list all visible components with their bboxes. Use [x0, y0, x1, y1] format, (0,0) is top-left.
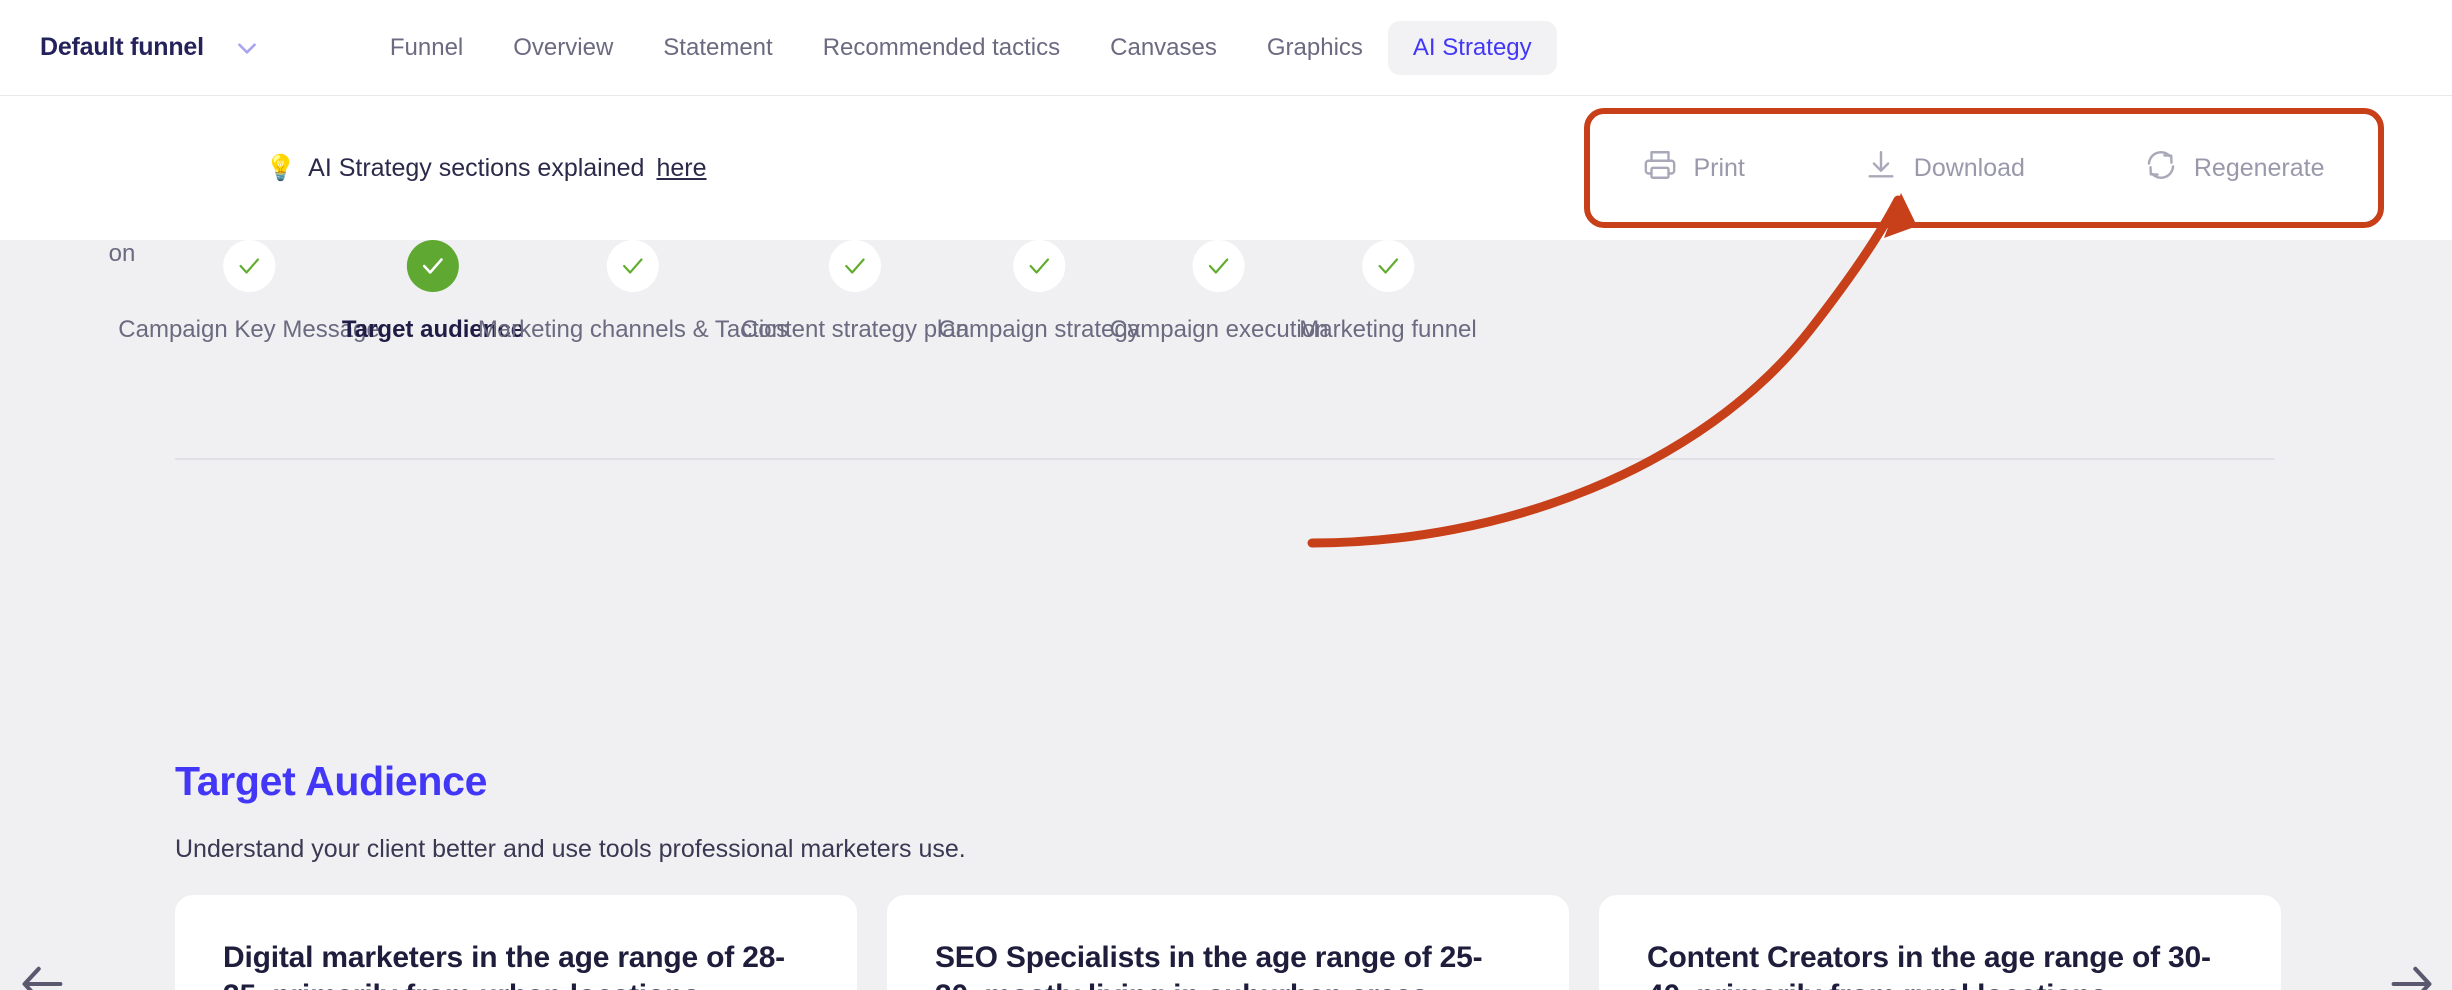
strategy-stepper: on Campaign Key Message Target audience …: [0, 240, 2452, 460]
step-label: Content strategy plan: [741, 316, 969, 344]
audience-card[interactable]: Digital marketers in the age range of 28…: [175, 895, 857, 990]
top-navigation-bar: Default funnel Funnel Overview Statement…: [0, 0, 2452, 96]
tab-ai-strategy[interactable]: AI Strategy: [1388, 21, 1557, 75]
card-title: Content Creators in the age range of 30-…: [1647, 939, 2233, 990]
check-icon: [607, 240, 659, 292]
funnel-name-label: Default funnel: [40, 33, 204, 62]
regenerate-button[interactable]: Regenerate: [2144, 148, 2325, 189]
check-icon: [223, 240, 275, 292]
refresh-icon: [2144, 148, 2178, 189]
audience-card-carousel: Digital marketers in the age range of 28…: [175, 895, 2280, 990]
hint-link[interactable]: here: [656, 154, 706, 183]
carousel-next-button[interactable]: [2385, 958, 2437, 990]
step-marketing-funnel[interactable]: Marketing funnel: [1299, 240, 1476, 344]
step-campaign-key-message[interactable]: Campaign Key Message: [118, 240, 379, 344]
step-content-strategy-plan[interactable]: Content strategy plan: [741, 240, 969, 344]
tab-funnel[interactable]: Funnel: [365, 21, 488, 75]
carousel-prev-button[interactable]: [17, 958, 69, 990]
page-title: Target Audience: [175, 758, 487, 805]
print-button[interactable]: Print: [1643, 148, 1744, 189]
step-label: Marketing funnel: [1299, 316, 1476, 344]
chevron-down-icon[interactable]: [234, 35, 260, 61]
regenerate-label: Regenerate: [2194, 154, 2325, 183]
step-label: Campaign Key Message: [118, 316, 379, 344]
tab-graphics[interactable]: Graphics: [1242, 21, 1388, 75]
tab-canvases[interactable]: Canvases: [1085, 21, 1242, 75]
stepper-divider: [175, 458, 2275, 460]
check-icon: [1013, 240, 1065, 292]
check-icon: [407, 240, 459, 292]
nav-tabs: Funnel Overview Statement Recommended ta…: [365, 21, 1557, 75]
tab-overview[interactable]: Overview: [488, 21, 638, 75]
card-title: Digital marketers in the age range of 28…: [223, 939, 809, 990]
page-subtitle: Understand your client better and use to…: [175, 835, 966, 864]
print-label: Print: [1693, 154, 1744, 183]
ai-strategy-content: on Campaign Key Message Target audience …: [0, 240, 2452, 990]
app-root: Default funnel Funnel Overview Statement…: [0, 0, 2452, 990]
tab-statement[interactable]: Statement: [638, 21, 797, 75]
hint-banner: 💡 AI Strategy sections explained here: [265, 154, 707, 183]
download-icon: [1864, 148, 1898, 189]
step-campaign-execution[interactable]: Campaign execution: [1110, 240, 1329, 344]
hint-text: AI Strategy sections explained: [308, 154, 644, 183]
printer-icon: [1643, 148, 1677, 189]
check-icon: [1362, 240, 1414, 292]
audience-card[interactable]: SEO Specialists in the age range of 25-3…: [887, 895, 1569, 990]
check-icon: [1193, 240, 1245, 292]
card-title: SEO Specialists in the age range of 25-3…: [935, 939, 1521, 990]
lightbulb-icon: 💡: [265, 154, 296, 183]
download-button[interactable]: Download: [1864, 148, 2025, 189]
step-label: Campaign execution: [1110, 316, 1329, 344]
tab-recommended-tactics[interactable]: Recommended tactics: [798, 21, 1085, 75]
check-icon: [829, 240, 881, 292]
download-label: Download: [1914, 154, 2025, 183]
audience-card[interactable]: Content Creators in the age range of 30-…: [1599, 895, 2281, 990]
document-actions: Print Download Regenerate: [1584, 108, 2384, 228]
funnel-selector[interactable]: Default funnel: [40, 33, 260, 62]
